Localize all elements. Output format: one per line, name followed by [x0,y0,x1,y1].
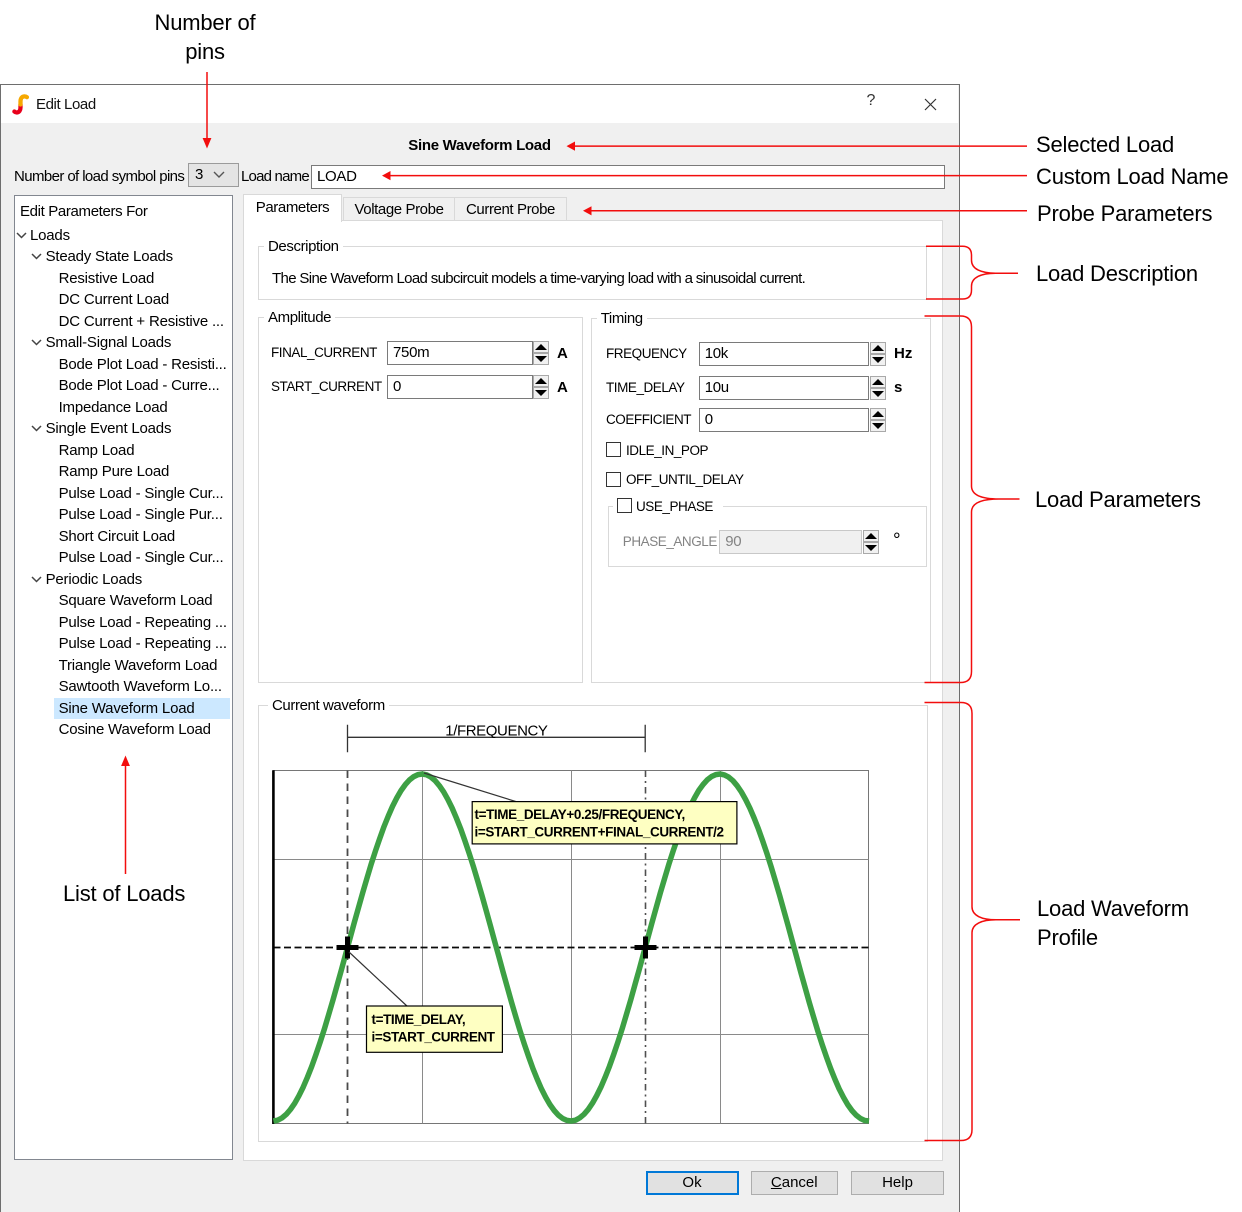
svg-text:1/FREQUENCY: 1/FREQUENCY [445,723,548,740]
svg-text:i=START_CURRENT+FINAL_CURRENT/: i=START_CURRENT+FINAL_CURRENT/2 [475,825,724,840]
svg-text:i=START_CURRENT: i=START_CURRENT [372,1030,496,1045]
svg-text:t=TIME_DELAY,: t=TIME_DELAY, [372,1012,466,1027]
svg-text:t=TIME_DELAY+0.25/FREQUENCY,: t=TIME_DELAY+0.25/FREQUENCY, [475,807,685,822]
